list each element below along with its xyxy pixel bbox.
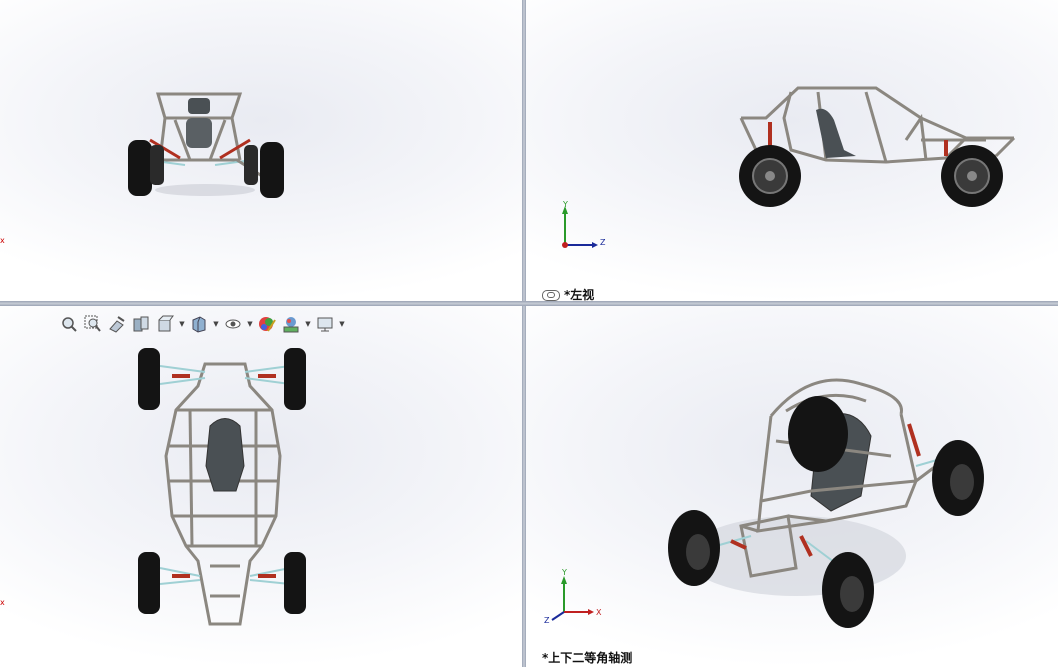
- view-name: *左视: [564, 288, 595, 301]
- model-left-view: [562, 86, 1016, 248]
- viewport-left[interactable]: Y Z *左视: [526, 0, 1058, 301]
- triad-z-label: Z: [600, 238, 606, 247]
- model-top-view: [138, 348, 306, 626]
- axis-triad: [551, 576, 594, 621]
- wheel-front: [739, 145, 801, 207]
- triad-y-label: Y: [563, 200, 568, 209]
- viewport-label: *左视: [542, 286, 594, 301]
- viewport-isometric[interactable]: Y X Z *上下二等角轴测: [526, 306, 1058, 667]
- triad-x-label: X: [596, 608, 602, 617]
- viewport-front[interactable]: x: [0, 0, 522, 301]
- model-isometric-view: [551, 378, 984, 628]
- axis-triad: [562, 206, 598, 248]
- viewport-label: *上下二等角轴测: [542, 651, 633, 665]
- viewport-splitter-vertical[interactable]: [522, 0, 526, 667]
- triad-z-label: Z: [544, 616, 550, 625]
- axis-x-marker: x: [0, 236, 5, 245]
- viewport-top[interactable]: ▼ ▼ ▼ ▼ ▼ x: [0, 306, 522, 667]
- link-views-icon[interactable]: [542, 290, 560, 301]
- triad-y-label: Y: [562, 568, 567, 577]
- axis-x-marker: x: [0, 598, 5, 607]
- model-front-view: [128, 92, 284, 198]
- viewport-splitter-horizontal[interactable]: [0, 301, 1058, 306]
- wheel-rear: [941, 145, 1003, 207]
